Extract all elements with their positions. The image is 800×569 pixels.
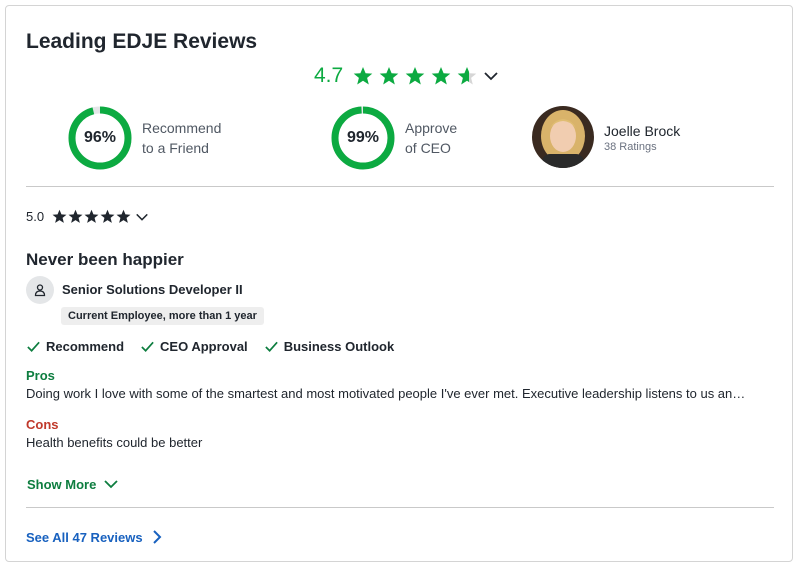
- overall-rating-value: 4.7: [314, 64, 344, 87]
- recommend-ring: 96%: [68, 106, 132, 170]
- cons-text: Health benefits could be better: [26, 435, 203, 450]
- recommend-label-line2: to a Friend: [142, 140, 209, 156]
- star-icon: [100, 209, 115, 223]
- ceo-ratings-count: 38 Ratings: [604, 141, 657, 153]
- overall-stars: [353, 66, 499, 86]
- chevron-down-icon[interactable]: [135, 210, 149, 224]
- recommend-percent: 96%: [83, 129, 117, 146]
- recommend-label: Recommend to a Friend: [142, 118, 221, 158]
- ceo-approval-ring: 99%: [331, 106, 395, 170]
- review-title: Never been happier: [26, 250, 184, 269]
- pros-label: Pros: [26, 368, 55, 383]
- ceo-approval-label: Approve of CEO: [405, 118, 457, 158]
- show-more-label: Show More: [27, 476, 97, 492]
- chevron-down-icon: [104, 480, 118, 489]
- ceo-name: Joelle Brock: [604, 123, 681, 139]
- check-business-outlook: Business Outlook: [264, 339, 395, 354]
- ceo-approval-label-line2: of CEO: [405, 140, 451, 156]
- employment-badge: Current Employee, more than 1 year: [61, 307, 264, 325]
- star-icon: [68, 209, 83, 223]
- show-more-button[interactable]: Show More: [27, 476, 119, 492]
- check-label: Business Outlook: [283, 339, 395, 354]
- cons-label: Cons: [26, 417, 59, 432]
- ceo-info: Joelle Brock 38 Ratings: [604, 121, 680, 153]
- review-author: Senior Solutions Developer II: [26, 276, 243, 304]
- ceo-profile[interactable]: Joelle Brock 38 Ratings: [532, 106, 680, 168]
- user-icon: [26, 276, 54, 304]
- pros-text: Doing work I love with some of the smart…: [26, 386, 751, 401]
- checkmark-icon: [27, 341, 40, 352]
- star-icon: [84, 209, 99, 223]
- checkmark-icon: [141, 341, 154, 352]
- half-star-icon: [457, 67, 477, 85]
- recommend-label-line1: Recommend: [142, 120, 222, 136]
- star-icon: [379, 67, 399, 85]
- ceo-avatar: [532, 106, 594, 168]
- divider: [26, 507, 774, 508]
- checkmark-icon: [264, 341, 278, 352]
- star-icon: [116, 209, 131, 223]
- check-label: Recommend: [46, 339, 125, 354]
- check-label: CEO Approval: [160, 339, 248, 354]
- chevron-right-icon: [152, 530, 162, 544]
- ceo-approval-percent: 99%: [346, 129, 380, 146]
- author-role: Senior Solutions Developer II: [62, 282, 243, 297]
- star-icon: [353, 67, 373, 85]
- check-ceo-approval: CEO Approval: [140, 339, 248, 354]
- chevron-down-icon[interactable]: [483, 68, 499, 84]
- see-all-label: See All 47 Reviews: [26, 529, 143, 545]
- recommend-metric: 96% Recommend to a Friend: [68, 106, 221, 170]
- reviews-card: Leading EDJE Reviews 4.7 96% Recommend t…: [5, 5, 793, 562]
- review-stars: [52, 209, 149, 224]
- star-icon: [431, 67, 451, 85]
- review-rating-value: 5.0: [26, 209, 45, 224]
- review-rating[interactable]: 5.0: [26, 209, 149, 224]
- ceo-approval-label-line1: Approve: [405, 120, 458, 136]
- ceo-approval-metric: 99% Approve of CEO: [331, 106, 457, 170]
- widget-title: Leading EDJE Reviews: [26, 30, 258, 53]
- divider: [26, 186, 774, 187]
- check-recommend: Recommend: [26, 339, 124, 354]
- overall-rating[interactable]: 4.7: [314, 64, 499, 88]
- star-icon: [405, 67, 425, 85]
- see-all-reviews-link[interactable]: See All 47 Reviews: [26, 529, 164, 545]
- star-icon: [52, 209, 67, 223]
- review-checks: Recommend CEO Approval Business Outlook: [26, 339, 410, 354]
